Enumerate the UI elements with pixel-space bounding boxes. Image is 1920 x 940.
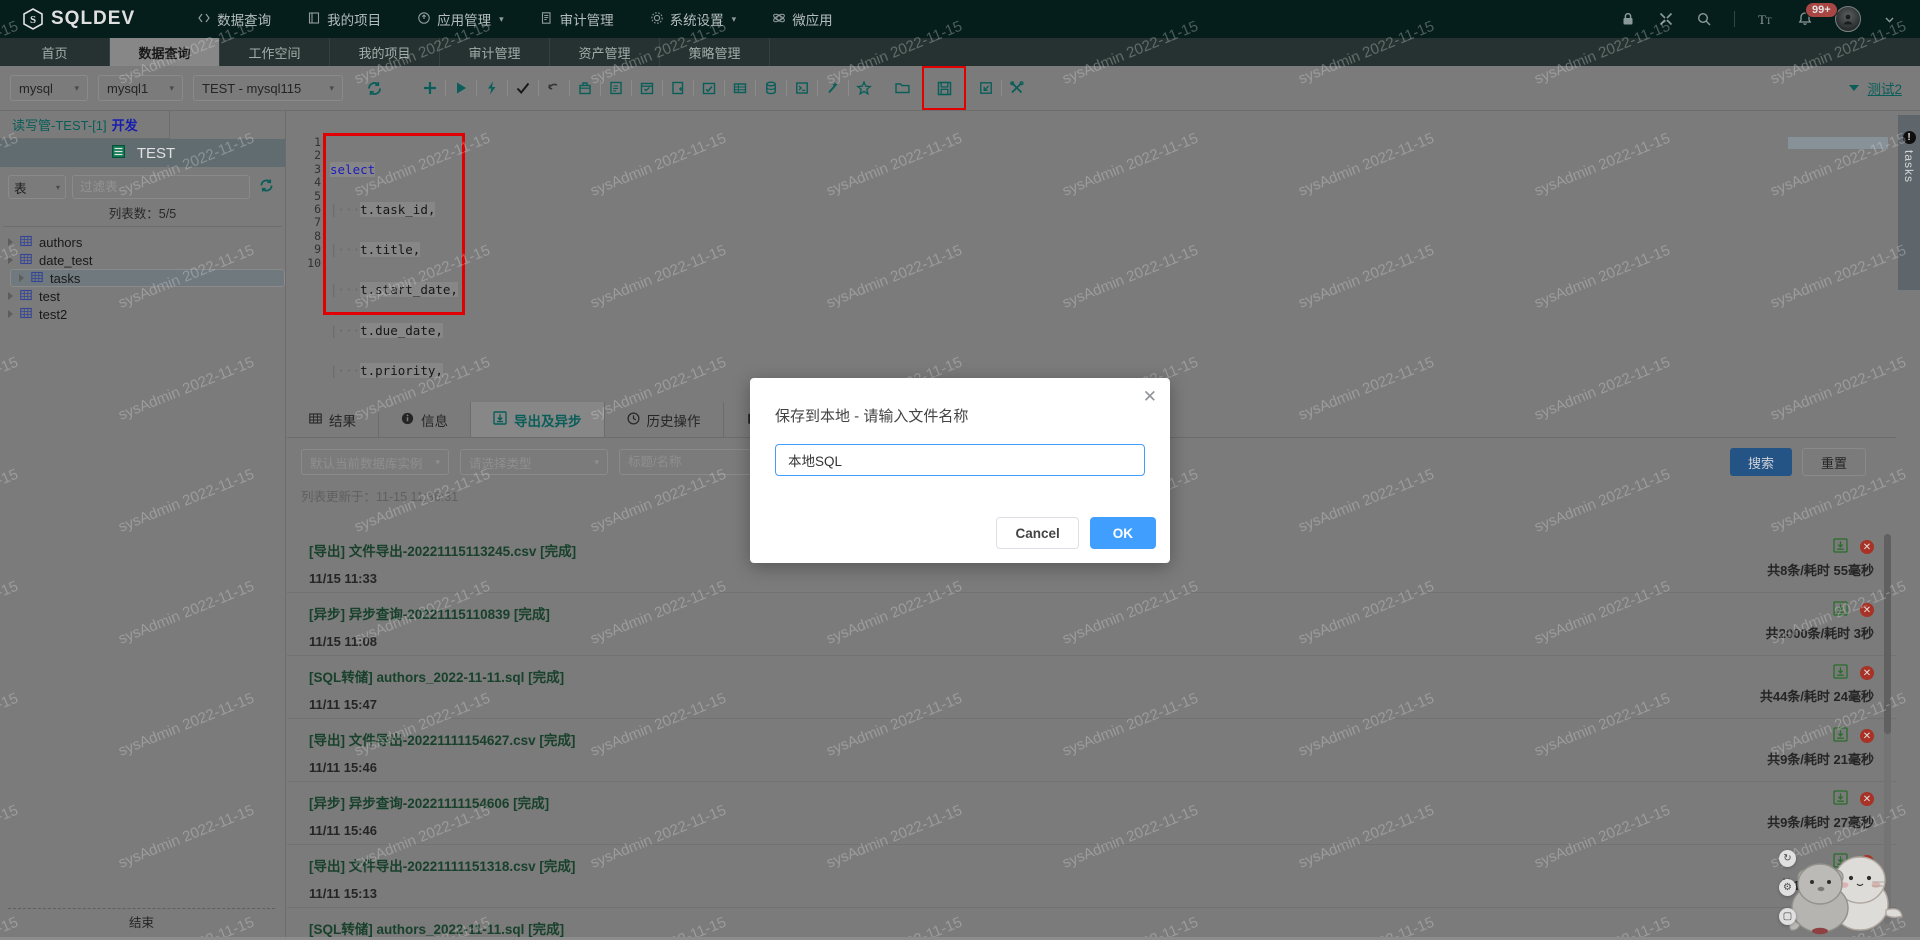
- dialog-title: 保存到本地 - 请输入文件名称: [775, 408, 969, 425]
- save-to-local-dialog: ✕ 保存到本地 - 请输入文件名称 Cancel OK: [750, 378, 1170, 563]
- filename-input[interactable]: [775, 444, 1145, 476]
- dialog-footer: Cancel OK: [996, 517, 1156, 549]
- ok-button[interactable]: OK: [1089, 517, 1156, 549]
- close-icon[interactable]: ✕: [1143, 388, 1157, 405]
- cancel-button[interactable]: Cancel: [996, 517, 1079, 549]
